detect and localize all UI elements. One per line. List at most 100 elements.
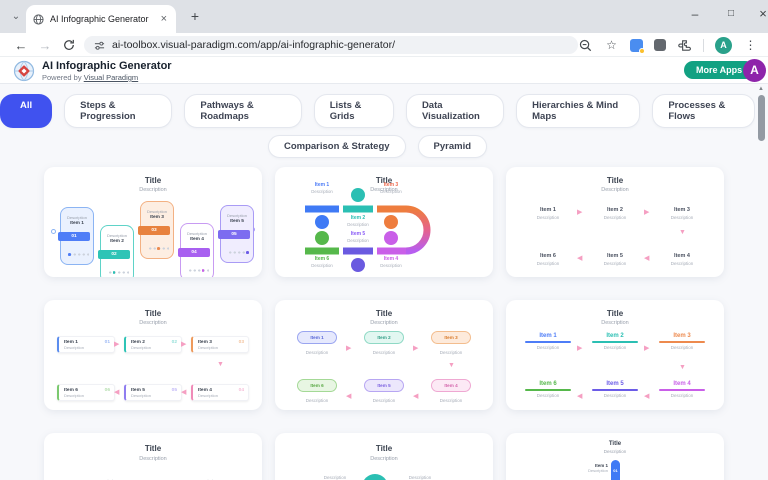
item-description: Description [387, 475, 453, 480]
template-card-partial-left[interactable]: Title Description Description Descriptio… [44, 433, 262, 480]
card-description: Description [506, 449, 724, 454]
site-info-icon[interactable] [94, 40, 105, 51]
arrow-right-icon: ▶ [114, 340, 119, 348]
filter-data-visualization[interactable]: Data Visualization [406, 94, 504, 128]
tab-close-icon[interactable]: × [159, 13, 169, 25]
filter-processes-flows[interactable]: Processes & Flows [652, 94, 755, 128]
item-description: Description [292, 189, 352, 194]
arrow-down-icon: ▼ [217, 361, 224, 368]
step-panel: Description Item 1 01 [60, 207, 94, 265]
item-description: Description [351, 350, 417, 355]
template-card-pill-grid[interactable]: Title Description Item 1 Description Ite… [275, 300, 493, 410]
card-title: Title [275, 309, 493, 318]
list-item-card: Item 1Description01 [57, 336, 115, 353]
pill-item: Item 6 [297, 379, 337, 392]
item-description: Description [361, 189, 421, 194]
card-title: Title [44, 444, 262, 453]
list-item-card: Item 5Description05 [124, 384, 182, 401]
timeline-bar: 01 [611, 460, 620, 480]
list-item-card: Item 2Description02 [124, 336, 182, 353]
template-card-underline-grid[interactable]: Title Description Item 1Description Item… [506, 300, 724, 410]
item-label: Item 2 [328, 215, 388, 221]
filter-lists-grids[interactable]: Lists & Grids [314, 94, 394, 128]
browser-toolbar: ← → ai-toolbox.visual-paradigm.com/app/a… [0, 33, 768, 57]
item-label: Item 6 [292, 256, 352, 262]
item-description: Description [418, 398, 484, 403]
template-card-list-cards[interactable]: Title Description Item 1Description01 It… [44, 300, 262, 410]
filter-hierarchies-mind-maps[interactable]: Hierarchies & Mind Maps [516, 94, 640, 128]
toolbar-divider [703, 39, 704, 52]
card-description: Description [44, 320, 262, 326]
zoom-icon[interactable] [578, 38, 593, 53]
card-title: Title [506, 176, 724, 185]
arrow-left-icon: ◀ [181, 388, 186, 396]
arrow-right-icon: ▶ [181, 340, 186, 348]
card-description: Description [275, 320, 493, 326]
item-description: Description [515, 215, 581, 220]
active-dot [68, 253, 71, 256]
item-label: Item 6 [515, 381, 581, 387]
item-description: Description [582, 215, 648, 220]
item-description: Description [649, 345, 715, 350]
card-title: Title [44, 309, 262, 318]
item-description: Description [515, 261, 581, 266]
template-card-zigzag-panels[interactable]: Title Description Description Item 1 01 … [44, 167, 262, 277]
item-description: Description [284, 350, 350, 355]
browser-tab[interactable]: AI Infographic Generator × [26, 5, 176, 33]
template-card-text-grid[interactable]: Title Description Item 1Description Item… [506, 167, 724, 277]
step-panel: Description Item 5 05 [220, 205, 254, 263]
pill-item: Item 4 [431, 379, 471, 392]
arrow-right-icon: ▶ [577, 344, 582, 352]
active-dot [113, 271, 116, 274]
progress-dots [188, 269, 209, 272]
page-scrollbar[interactable]: ▲ [755, 84, 768, 480]
filter-pathways-roadmaps[interactable]: Pathways & Roadmaps [184, 94, 301, 128]
account-avatar[interactable]: A [743, 59, 766, 82]
underline-bar [659, 389, 705, 391]
extension-badge [639, 48, 645, 54]
window-maximize-button[interactable]: □ [714, 0, 748, 30]
filter-steps-progression[interactable]: Steps & Progression [64, 94, 172, 128]
bookmark-star-icon[interactable]: ☆ [604, 38, 619, 53]
underline-bar [592, 389, 638, 391]
window-minimize-button[interactable]: – [678, 0, 712, 30]
template-card-partial-middle[interactable]: Title Description DescriptionItem 1 Desc… [275, 433, 493, 480]
template-card-snake-path[interactable]: Title Description Item 1 Description Ite [275, 167, 493, 277]
reload-icon[interactable] [60, 36, 78, 54]
template-card-partial-right[interactable]: Title Description 01 Item 1 Description [506, 433, 724, 480]
scrollbar-thumb[interactable] [758, 95, 765, 141]
item-description: Description [351, 398, 417, 403]
tab-search-icon[interactable]: ⌄ [8, 9, 24, 25]
item-description: Description [582, 393, 648, 398]
scrollbar-up-icon[interactable]: ▲ [758, 86, 764, 92]
card-description: Description [506, 187, 724, 193]
filter-pyramid[interactable]: Pyramid [418, 135, 488, 158]
arrow-right-icon: ▶ [644, 344, 649, 352]
card-description: Description [44, 187, 262, 193]
underline-bar [525, 389, 571, 391]
item-label: Item 2 [582, 207, 648, 213]
card-description: Description [506, 320, 724, 326]
browser-profile-avatar[interactable]: A [715, 37, 732, 54]
extensions-puzzle-icon[interactable] [677, 38, 692, 53]
step-ribbon: 02 [98, 250, 130, 259]
card-title: Title [44, 176, 262, 185]
back-icon[interactable]: ← [12, 36, 30, 54]
visual-paradigm-link[interactable]: Visual Paradigm [84, 73, 138, 82]
card-description: Description [275, 456, 493, 462]
forward-icon[interactable]: → [36, 36, 54, 54]
pill-item: Item 2 [364, 331, 404, 344]
url-bar[interactable]: ai-toolbox.visual-paradigm.com/app/ai-in… [84, 36, 578, 54]
item-label: Item 4 [649, 381, 715, 387]
extension-blue-icon[interactable] [630, 39, 643, 52]
filter-all[interactable]: All [0, 94, 52, 128]
step-ribbon: 04 [178, 248, 210, 257]
new-tab-button[interactable]: + [186, 8, 204, 26]
filter-comparison-strategy[interactable]: Comparison & Strategy [268, 135, 406, 158]
window-close-button[interactable]: × [746, 0, 768, 30]
url-text[interactable]: ai-toolbox.visual-paradigm.com/app/ai-in… [112, 39, 395, 51]
active-dot [202, 269, 205, 272]
extension-dark-icon[interactable] [654, 39, 666, 51]
menu-kebab-icon[interactable]: ⋮ [743, 38, 758, 53]
item-label: Item 4 [649, 253, 715, 259]
